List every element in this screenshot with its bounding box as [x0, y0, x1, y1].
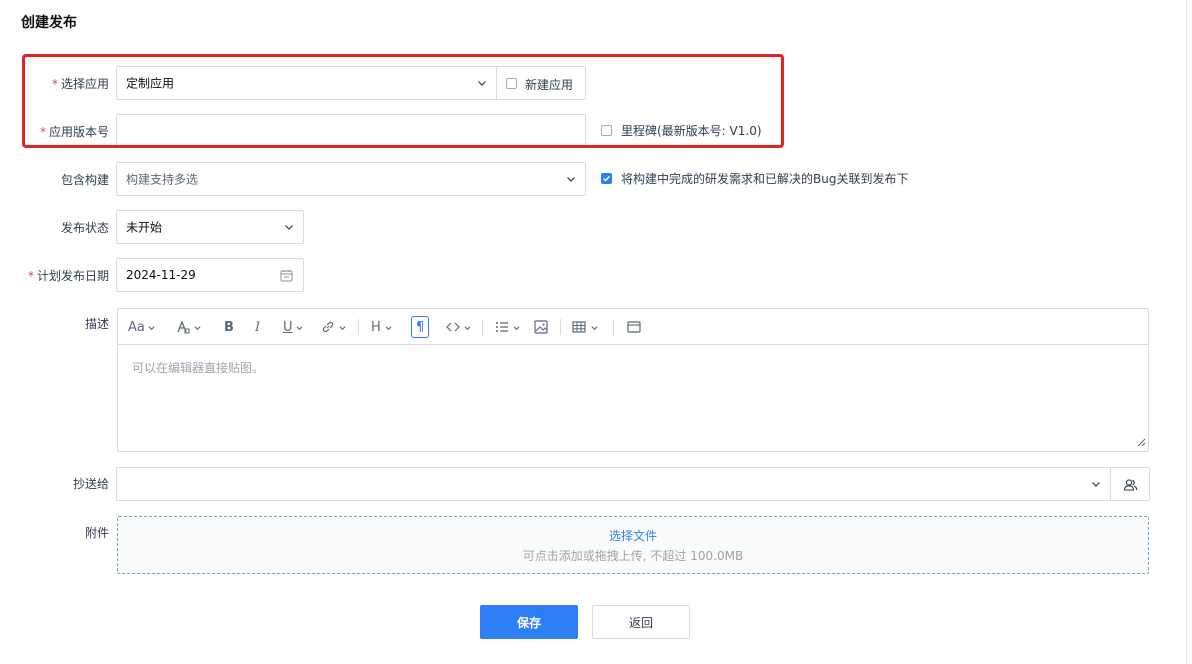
save-button[interactable]: 保存	[480, 605, 578, 639]
chevron-down-icon	[148, 325, 155, 330]
fullscreen-icon[interactable]	[626, 318, 642, 336]
status-label-text: 发布状态	[60, 221, 109, 235]
select-users-button[interactable]	[1110, 467, 1150, 501]
chevron-down-icon	[591, 325, 598, 330]
version-input[interactable]	[116, 114, 586, 148]
image-icon[interactable]	[533, 318, 549, 336]
users-icon	[1123, 479, 1138, 491]
app-select-value: 定制应用	[126, 76, 175, 91]
upload-hint: 可点击添加或拖拽上传, 不超过 100.0MB	[522, 549, 744, 563]
link-builds-label: 将构建中完成的研发需求和已解决的Bug关联到发布下	[621, 172, 909, 186]
link-icon[interactable]	[320, 318, 347, 336]
date-label: * 计划发布日期	[28, 267, 109, 284]
editor-placeholder: 可以在编辑器直接贴图。	[132, 361, 265, 375]
chevron-down-icon	[464, 325, 471, 330]
back-button[interactable]: 返回	[592, 605, 690, 639]
status-select[interactable]: 未开始	[116, 210, 304, 244]
table-icon[interactable]	[571, 318, 599, 336]
builds-select-placeholder: 构建支持多选	[126, 172, 199, 187]
paragraph-glyph: ¶	[416, 319, 425, 335]
description-label: 描述	[85, 315, 109, 332]
app-label-text: 选择应用	[60, 77, 109, 91]
italic-icon[interactable]: I	[255, 318, 260, 336]
heading-icon[interactable]: H	[371, 318, 393, 336]
picture-icon	[534, 320, 548, 334]
panel-icon	[627, 321, 641, 333]
editor-toolbar: Aa B I U H ¶	[118, 309, 1148, 345]
bold-glyph: B	[224, 319, 234, 335]
chevron-down-icon	[567, 177, 575, 182]
code-icon[interactable]	[445, 318, 472, 336]
required-mark: *	[39, 125, 46, 139]
date-label-text: 计划发布日期	[36, 269, 109, 283]
check-icon	[603, 175, 611, 182]
italic-glyph: I	[255, 319, 261, 335]
builds-select[interactable]: 构建支持多选	[116, 162, 586, 196]
bullet-list-icon	[496, 322, 508, 332]
date-input[interactable]: 2024-11-29	[116, 258, 304, 292]
code-brackets-icon	[446, 322, 460, 332]
chevron-down-icon	[285, 225, 293, 230]
attachments-label: 附件	[85, 524, 109, 541]
file-upload-dropzone[interactable]: 选择文件 可点击添加或拖拽上传, 不超过 100.0MB	[117, 516, 1149, 574]
font-size-glyph: Aa	[128, 319, 145, 335]
new-app-checkbox[interactable]	[506, 78, 517, 89]
chevron-down-icon	[513, 325, 520, 330]
description-label-text: 描述	[84, 317, 109, 331]
paragraph-icon[interactable]: ¶	[411, 316, 430, 338]
required-mark: *	[27, 269, 34, 283]
milestone-checkbox[interactable]	[601, 125, 612, 136]
milestone-label: 里程碑(最新版本号: V1.0)	[621, 124, 762, 138]
builds-label-text: 包含构建	[60, 173, 109, 187]
chevron-down-icon	[295, 325, 303, 330]
bold-icon[interactable]: B	[224, 318, 234, 336]
app-label: * 选择应用	[52, 75, 109, 92]
text-color-icon[interactable]	[175, 318, 202, 336]
toolbar-separator	[613, 319, 614, 335]
new-app-toggle[interactable]: 新建应用	[496, 66, 586, 100]
chevron-down-icon	[385, 325, 392, 330]
grid-icon	[572, 321, 586, 333]
calendar-icon[interactable]	[280, 269, 293, 282]
cc-label: 抄送给	[73, 475, 109, 492]
cc-select[interactable]	[116, 467, 1111, 501]
toolbar-separator	[482, 319, 483, 335]
chevron-down-icon	[478, 81, 486, 86]
status-label: 发布状态	[61, 219, 109, 236]
new-app-label: 新建应用	[525, 78, 574, 92]
resize-handle-icon[interactable]	[1136, 437, 1146, 447]
builds-label: 包含构建	[61, 171, 109, 188]
page-right-border	[1186, 0, 1187, 664]
heading-glyph: H	[371, 319, 381, 335]
font-size-icon[interactable]: Aa	[128, 318, 156, 336]
version-label-text: 应用版本号	[48, 125, 109, 139]
chevron-down-icon	[339, 325, 346, 330]
underline-icon[interactable]: U	[283, 318, 304, 336]
date-input-value: 2024-11-29	[126, 268, 196, 282]
version-label: * 应用版本号	[40, 123, 109, 140]
page-title: 创建发布	[21, 15, 77, 31]
list-icon[interactable]	[494, 318, 521, 336]
cc-label-text: 抄送给	[72, 477, 109, 491]
attachments-label-text: 附件	[84, 526, 109, 540]
required-mark: *	[51, 77, 58, 91]
chevron-down-icon	[194, 325, 201, 330]
chain-icon	[322, 321, 334, 333]
chevron-down-icon	[1092, 482, 1100, 487]
paint-bucket-icon	[177, 320, 190, 334]
status-select-value: 未开始	[126, 220, 163, 235]
link-builds-checkbox[interactable]	[601, 173, 612, 184]
toolbar-separator	[560, 319, 561, 335]
select-file-link[interactable]: 选择文件	[118, 527, 1148, 544]
app-select[interactable]: 定制应用	[116, 66, 497, 100]
toolbar-separator	[358, 319, 359, 335]
underline-glyph: U	[283, 319, 293, 335]
